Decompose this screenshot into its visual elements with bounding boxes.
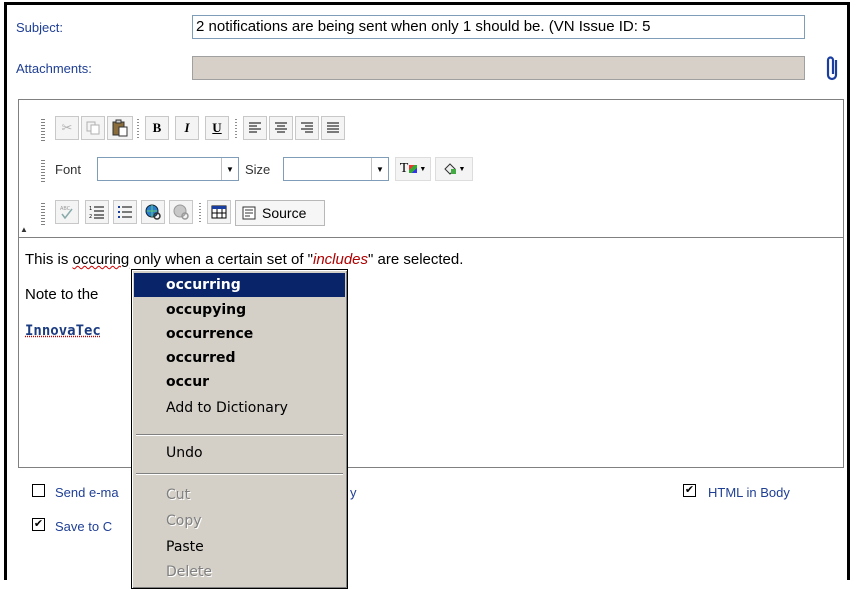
text-color-icon: T: [399, 161, 409, 176]
toolbar-collapse-icon[interactable]: ▲: [20, 225, 28, 234]
spellcheck-context-menu: occurring occupying occurrence occurred …: [131, 269, 348, 589]
remove-link-button[interactable]: [169, 200, 193, 224]
bold-button[interactable]: B: [145, 116, 169, 140]
editor-line: Note to the: [25, 286, 99, 303]
signature-text: InnovaTec: [25, 323, 101, 339]
html-in-body-checkbox[interactable]: ✔: [683, 484, 696, 497]
menu-item-paste[interactable]: Paste: [134, 535, 345, 559]
subject-input[interactable]: 2 notifications are being sent when only…: [192, 15, 805, 39]
chevron-down-icon: ▼: [221, 158, 238, 180]
size-label: Size: [245, 162, 271, 177]
chevron-down-icon: ▼: [371, 158, 388, 180]
save-label: Save to C: [55, 519, 113, 534]
bullet-list-icon: [118, 206, 132, 218]
menu-separator: [136, 434, 343, 436]
send-email-label: Send e-ma: [55, 485, 119, 500]
text-run: only when a certain set of ": [129, 251, 313, 268]
align-left-icon: [249, 122, 261, 133]
numbered-list-icon: 12: [89, 206, 104, 219]
menu-item-suggestion[interactable]: occupying: [134, 298, 345, 322]
copy-icon: [86, 121, 100, 135]
underline-button[interactable]: U: [205, 116, 229, 140]
menu-item-add-to-dictionary[interactable]: Add to Dictionary: [134, 396, 345, 420]
size-select[interactable]: ▼: [283, 157, 389, 181]
bullet-list-button[interactable]: [113, 200, 137, 224]
toolbar-row-formatting: ✂ B I U: [41, 116, 541, 146]
globe-link-icon: [145, 204, 161, 220]
svg-text:1: 1: [89, 206, 92, 212]
align-right-button[interactable]: [295, 116, 319, 140]
chevron-down-icon: ▼: [419, 165, 427, 173]
attachments-label: Attachments:: [16, 61, 92, 76]
copy-button[interactable]: [81, 116, 105, 140]
svg-text:2: 2: [89, 214, 92, 219]
source-button[interactable]: Source: [235, 200, 325, 226]
text-run: This is: [25, 251, 73, 268]
paste-button[interactable]: [107, 116, 133, 140]
align-right-icon: [301, 122, 313, 133]
numbered-list-button[interactable]: 12: [85, 200, 109, 224]
menu-item-suggestion[interactable]: occurred: [134, 346, 345, 370]
text-run: " are selected.: [368, 251, 464, 268]
align-left-button[interactable]: [243, 116, 267, 140]
subject-label: Subject:: [16, 20, 63, 35]
menu-item-suggestion[interactable]: occurring: [134, 273, 345, 297]
font-select[interactable]: ▼: [97, 157, 239, 181]
toolbar-grip: [41, 119, 45, 141]
cut-button[interactable]: ✂: [55, 116, 79, 140]
table-icon: [211, 205, 227, 219]
svg-text:ABC: ABC: [60, 206, 71, 212]
editor-toolbar: ✂ B I U Font ▼ Size ▼ T ▼ ▼ ABC 1 2 Sour…: [19, 100, 843, 237]
source-label: Source: [262, 205, 307, 221]
align-center-button[interactable]: [269, 116, 293, 140]
toolbar-separator: [199, 203, 201, 223]
justify-button[interactable]: [321, 116, 345, 140]
toolbar-grip: [41, 203, 45, 225]
spellcheck-icon: ABC: [60, 206, 73, 220]
spellcheck-button[interactable]: ABC: [55, 200, 79, 224]
chevron-down-icon: ▼: [458, 165, 466, 173]
italic-button[interactable]: I: [175, 116, 199, 140]
attachments-field: [192, 56, 805, 80]
scissors-icon: ✂: [61, 120, 73, 135]
menu-item-delete[interactable]: Delete: [134, 560, 345, 584]
italic-text-run: includes: [312, 251, 369, 268]
font-label: Font: [55, 162, 82, 177]
background-color-button[interactable]: ▼: [435, 157, 473, 181]
toolbar-grip: [41, 160, 45, 182]
paperclip-icon[interactable]: [824, 54, 842, 84]
send-email-label-tail: y: [350, 485, 357, 500]
paint-bucket-icon: [443, 163, 456, 175]
toolbar-separator: [137, 119, 139, 139]
menu-item-cut[interactable]: Cut: [134, 483, 345, 507]
html-in-body-label: HTML in Body: [708, 485, 790, 500]
save-checkbox[interactable]: ✔: [32, 518, 45, 531]
globe-unlink-icon: [173, 204, 189, 220]
menu-separator: [136, 473, 343, 475]
justify-icon: [327, 122, 339, 133]
insert-link-button[interactable]: [141, 200, 165, 224]
align-center-icon: [275, 122, 287, 133]
menu-item-suggestion[interactable]: occur: [134, 370, 345, 394]
menu-item-copy[interactable]: Copy: [134, 509, 345, 533]
source-icon: [242, 206, 256, 220]
font-color-button[interactable]: T ▼: [395, 157, 431, 181]
menu-item-undo[interactable]: Undo: [134, 441, 345, 465]
misspelled-word[interactable]: occuring: [73, 251, 130, 268]
toolbar-separator: [235, 119, 237, 139]
color-swatch-icon: [409, 165, 418, 173]
send-email-checkbox[interactable]: [32, 484, 45, 497]
toolbar-row-fonts: Font ▼ Size ▼ T ▼ ▼: [41, 157, 541, 187]
editor-line: This is occuring only when a certain set…: [25, 251, 463, 268]
paste-icon: [112, 119, 128, 137]
toolbar-row-tools: ABC 12 Source: [41, 200, 541, 230]
insert-table-button[interactable]: [207, 200, 231, 224]
menu-item-suggestion[interactable]: occurrence: [134, 322, 345, 346]
